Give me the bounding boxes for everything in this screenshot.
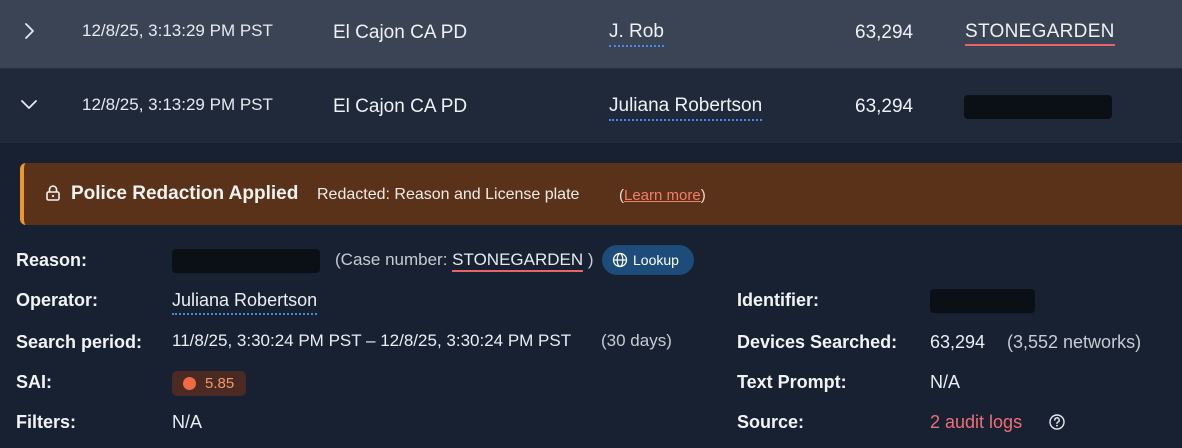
learn-more-link[interactable]: Learn more <box>624 187 701 204</box>
redacted-case-number <box>964 95 1112 119</box>
audit-logs-link[interactable]: 2 audit logs <box>930 412 1022 433</box>
reason-label: Reason: <box>16 250 88 270</box>
banner-description: Redacted: Reason and License plate <box>317 186 580 203</box>
case-suffix: ) <box>583 250 594 269</box>
search-period-label: Search period: <box>16 332 143 352</box>
search-row-expanded[interactable]: 12/8/25, 3:13:29 PM PST El Cajon CA PD J… <box>0 68 1182 143</box>
filters-label: Filters: <box>16 412 77 432</box>
lookup-button[interactable]: Lookup <box>602 245 694 275</box>
row-user-link[interactable]: J. Rob <box>609 21 664 47</box>
sai-label: SAI: <box>16 372 52 392</box>
lock-icon <box>44 184 62 202</box>
row-devices-count: 63,294 <box>855 22 914 43</box>
text-prompt-label: Text Prompt: <box>737 372 847 392</box>
identifier-label: Identifier: <box>737 290 820 310</box>
chevron-right-icon[interactable] <box>18 20 40 42</box>
case-prefix: (Case number: <box>335 250 453 269</box>
networks-value: (3,552 networks) <box>1007 332 1142 352</box>
sai-badge: 5.85 <box>172 371 246 396</box>
sai-value: 5.85 <box>205 375 235 392</box>
operator-label: Operator: <box>16 290 99 310</box>
learn-more-close-paren: ) <box>700 187 706 204</box>
case-number-text: (Case number: STONEGARDEN ) <box>335 250 594 272</box>
row-agency: El Cajon CA PD <box>333 96 468 117</box>
help-circle-icon[interactable] <box>1048 413 1066 431</box>
devices-searched-label: Devices Searched: <box>737 332 898 352</box>
row-case-number[interactable]: STONEGARDEN <box>965 21 1115 46</box>
devices-searched-value: 63,294 <box>930 332 986 352</box>
globe-icon <box>612 252 628 268</box>
banner-title: Police Redaction Applied <box>71 183 299 204</box>
text-prompt-value: N/A <box>930 372 961 392</box>
operator-link[interactable]: Juliana Robertson <box>172 290 318 315</box>
redacted-identifier <box>930 289 1035 313</box>
sai-dot-icon <box>183 377 196 390</box>
row-timestamp: 12/8/25, 3:13:29 PM PST <box>82 95 273 114</box>
redacted-reason <box>172 249 320 273</box>
row-agency: El Cajon CA PD <box>333 22 468 43</box>
row-timestamp: 12/8/25, 3:13:29 PM PST <box>82 21 273 40</box>
filters-value: N/A <box>172 412 203 432</box>
redaction-banner: Police Redaction Applied Redacted: Reaso… <box>20 163 1182 225</box>
case-number-link[interactable]: STONEGARDEN <box>452 250 584 272</box>
search-row-collapsed[interactable]: 12/8/25, 3:13:29 PM PST El Cajon CA PD J… <box>0 0 1182 68</box>
learn-more-wrapper: (Learn more) <box>619 187 706 204</box>
lookup-label: Lookup <box>633 252 679 268</box>
row-user-link[interactable]: Juliana Robertson <box>609 95 763 121</box>
chevron-down-icon[interactable] <box>18 93 40 115</box>
source-label: Source: <box>737 412 805 432</box>
search-period-days: (30 days) <box>601 331 672 350</box>
row-devices-count: 63,294 <box>855 96 914 117</box>
search-period-value: 11/8/25, 3:30:24 PM PST – 12/8/25, 3:30:… <box>172 331 572 350</box>
